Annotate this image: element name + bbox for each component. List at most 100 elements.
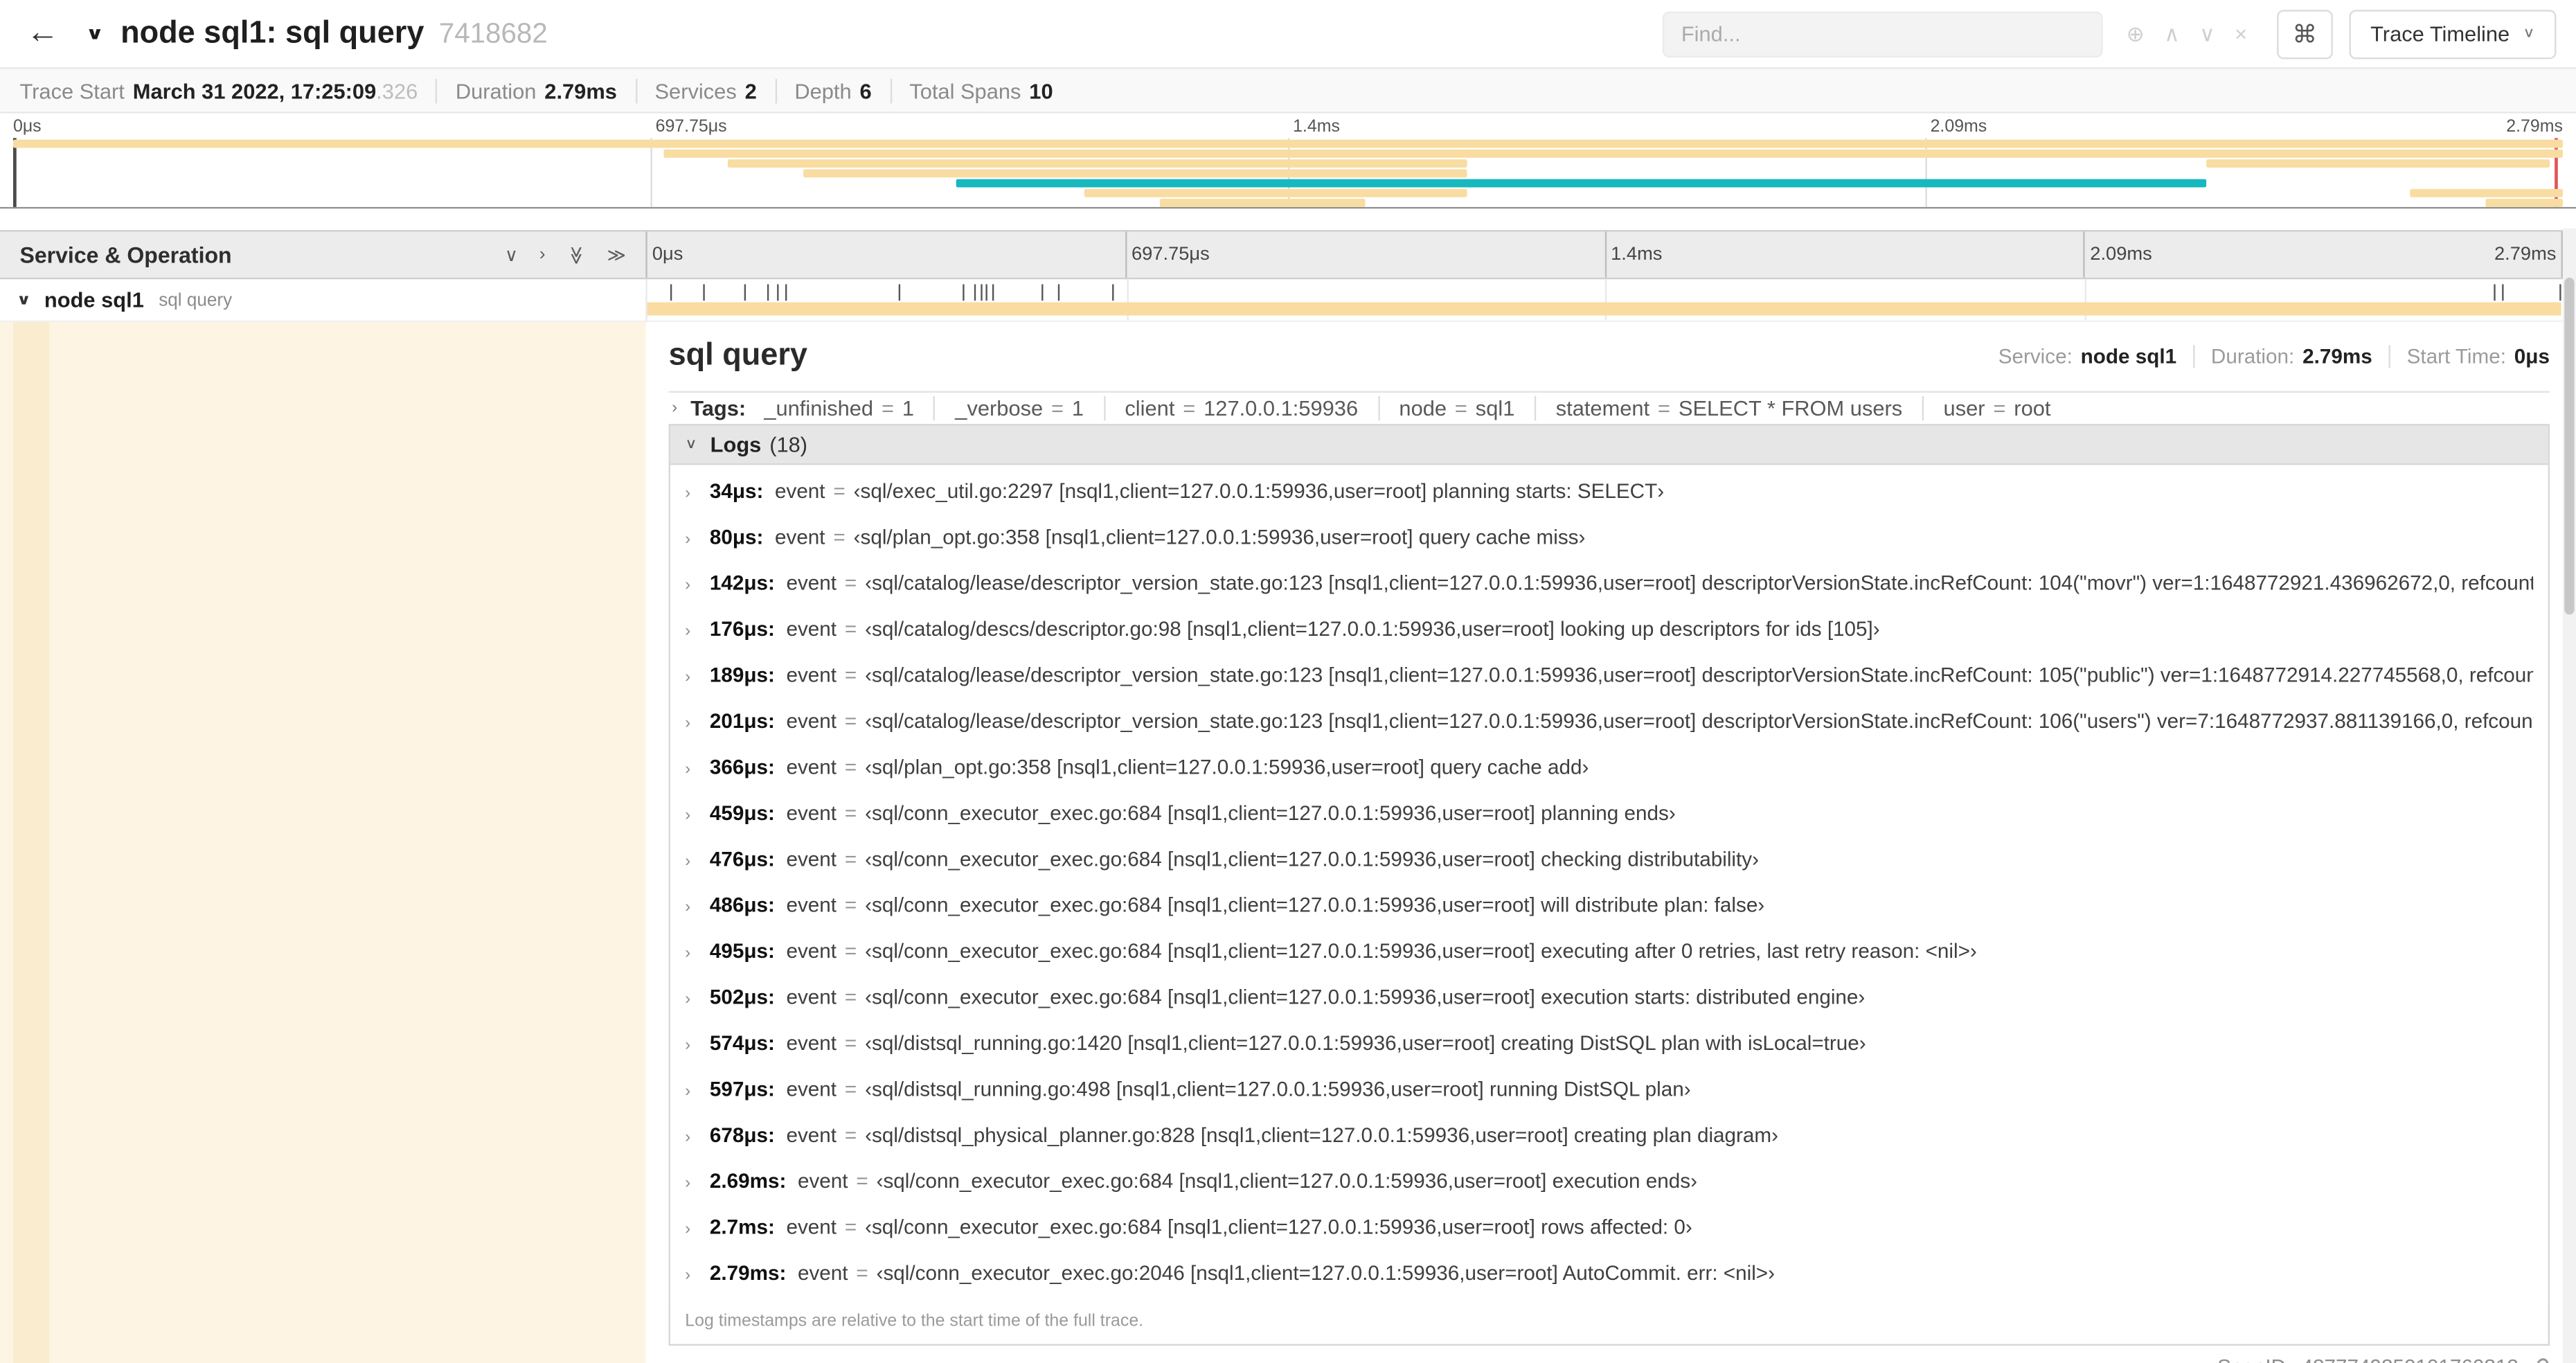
chevron-right-icon: › (685, 1083, 691, 1101)
tag-value: sql1 (1475, 395, 1515, 420)
minimap-canvas[interactable] (12, 138, 2563, 207)
minimap-span-bar (12, 139, 2563, 148)
ruler-tick-label: 2.79ms (2494, 244, 2557, 265)
log-row[interactable]: › 476μs: event = ‹sql/conn_executor_exec… (670, 838, 2548, 884)
log-marker (963, 284, 965, 301)
chevron-down-icon: ∨ (685, 436, 697, 452)
collapse-all-icon[interactable]: ≫ (566, 245, 587, 264)
log-row[interactable]: › 2.7ms: event = ‹sql/conn_executor_exec… (670, 1206, 2548, 1251)
tag-value: 1 (1071, 395, 1084, 420)
minimap-scrubber-left[interactable] (12, 138, 17, 207)
chevron-down-icon[interactable]: ∨ (17, 292, 31, 309)
meta-item: Duration: 2.79ms (2192, 345, 2372, 368)
expand-results-icon[interactable]: ⊕ (2117, 21, 2154, 47)
equals-sign: = (844, 571, 857, 595)
collapse-one-icon[interactable]: ∨ (505, 244, 518, 265)
log-row[interactable]: › 597μs: event = ‹sql/distsql_running.go… (670, 1068, 2548, 1114)
span-service-name: node sql1 (44, 287, 144, 312)
tag-key: client (1125, 395, 1175, 420)
log-row[interactable]: › 366μs: event = ‹sql/plan_opt.go:358 [n… (670, 746, 2548, 792)
scrollbar-thumb[interactable] (2564, 277, 2575, 615)
expand-all-icon[interactable]: ≫ (607, 244, 626, 265)
gridline (650, 138, 652, 207)
span-indent-guide (12, 321, 50, 1363)
summary-item: Duration 2.79ms (436, 78, 617, 103)
summary-label: Duration (455, 78, 537, 103)
ruler-tick-label: 2.09ms (2090, 244, 2152, 265)
next-result-icon[interactable]: ∨ (2190, 21, 2225, 47)
tag-value: root (2014, 395, 2051, 420)
span-accent-column (0, 321, 646, 1363)
log-field-value: ‹sql/catalog/lease/descriptor_version_st… (865, 663, 2534, 687)
timeline-ruler[interactable]: 0μs 697.75μs 1.4ms 2.09ms 2.79ms (645, 231, 2563, 278)
logs-header[interactable]: ∨ Logs (18) (670, 425, 2548, 465)
time-tick-label: 2.79ms (2506, 116, 2563, 136)
log-row[interactable]: › 678μs: event = ‹sql/distsql_physical_p… (670, 1114, 2548, 1159)
top-bar: ← ∨ node sql1: sql query 7418682 ⊕ ∧ ∨ ×… (0, 0, 2576, 69)
chevron-right-icon: › (685, 806, 691, 825)
equals-sign: = (844, 986, 857, 1009)
clear-search-icon[interactable]: × (2225, 21, 2257, 46)
find-input[interactable] (1663, 10, 2104, 57)
log-field-key: event (786, 571, 837, 595)
equals-sign: = (833, 479, 846, 503)
log-row[interactable]: › 176μs: event = ‹sql/catalog/descs/desc… (670, 608, 2548, 654)
logs-list: › 34μs: event = ‹sql/exec_util.go:2297 [… (670, 465, 2548, 1303)
log-marker (2559, 284, 2561, 301)
log-timestamp: 142μs: (709, 571, 775, 595)
log-row[interactable]: › 142μs: event = ‹sql/catalog/lease/desc… (670, 562, 2548, 607)
span-track[interactable] (645, 279, 2563, 322)
minimap-span-bar (1160, 199, 1365, 207)
log-field-key: event (786, 663, 837, 687)
equals-sign: = (1051, 395, 1064, 420)
log-row[interactable]: › 189μs: event = ‹sql/catalog/lease/desc… (670, 654, 2548, 700)
log-row[interactable]: › 459μs: event = ‹sql/conn_executor_exec… (670, 792, 2548, 837)
tag-value: SELECT * FROM users (1678, 395, 1903, 420)
log-row[interactable]: › 502μs: event = ‹sql/conn_executor_exec… (670, 976, 2548, 1022)
log-timestamp: 34μs: (709, 479, 764, 503)
equals-sign: = (1658, 395, 1671, 420)
log-row[interactable]: › 80μs: event = ‹sql/plan_opt.go:358 [ns… (670, 516, 2548, 562)
chevron-right-icon[interactable]: › (672, 398, 677, 416)
trace-view-dropdown[interactable]: Trace Timeline ∨ (2349, 9, 2557, 59)
tag-item: _verbose = 1 (933, 395, 1084, 420)
copy-link-icon[interactable] (2528, 1356, 2550, 1363)
back-arrow-icon[interactable]: ← (26, 15, 59, 53)
log-row[interactable]: › 486μs: event = ‹sql/conn_executor_exec… (670, 884, 2548, 929)
ruler-tick-label: 1.4ms (1611, 244, 1663, 265)
keyboard-shortcuts-button[interactable]: ⌘ (2276, 9, 2333, 59)
log-row[interactable]: › 34μs: event = ‹sql/exec_util.go:2297 [… (670, 470, 2548, 516)
prev-result-icon[interactable]: ∧ (2154, 21, 2190, 47)
summary-value: 6 (859, 78, 872, 103)
service-operation-title: Service & Operation (19, 242, 232, 267)
log-marker (670, 284, 672, 301)
chevron-right-icon: › (685, 1220, 691, 1239)
span-duration-bar[interactable] (647, 302, 2561, 316)
log-field-key: event (786, 1123, 837, 1147)
span-name-cell[interactable]: ∨ node sql1 sql query (0, 279, 646, 322)
log-marker (785, 284, 787, 301)
trace-minimap[interactable]: 0μs 697.75μs 1.4ms 2.09ms 2.79ms (0, 113, 2576, 209)
chevron-right-icon: › (685, 1036, 691, 1055)
log-field-value: ‹sql/conn_executor_exec.go:684 [nsql1,cl… (865, 801, 1676, 825)
minimap-span-bar (803, 169, 1467, 178)
tags-row[interactable]: › Tags: _unfinished = 1 _verbose = 1 cli… (669, 393, 2550, 422)
log-field-key: event (786, 940, 837, 963)
trace-collapse-chevron-icon[interactable]: ∨ (85, 24, 104, 44)
log-field-value: ‹sql/conn_executor_exec.go:684 [nsql1,cl… (865, 848, 1759, 871)
log-row[interactable]: › 201μs: event = ‹sql/catalog/lease/desc… (670, 700, 2548, 746)
meta-item: Service: node sql1 (1998, 345, 2176, 368)
log-row[interactable]: › 495μs: event = ‹sql/conn_executor_exec… (670, 930, 2548, 976)
minimap-span-bar (2410, 188, 2563, 197)
log-row[interactable]: › 574μs: event = ‹sql/distsql_running.go… (670, 1022, 2548, 1068)
summary-value: 2.79ms (544, 78, 617, 103)
expand-one-icon[interactable]: › (539, 244, 546, 264)
log-timestamp: 2.7ms: (709, 1215, 775, 1239)
log-field-key: event (774, 526, 825, 549)
log-field-value: ‹sql/distsql_physical_planner.go:828 [ns… (865, 1123, 1779, 1147)
log-row[interactable]: › 2.69ms: event = ‹sql/conn_executor_exe… (670, 1160, 2548, 1206)
vertical-scrollbar[interactable] (2562, 228, 2576, 1363)
equals-sign: = (844, 756, 857, 779)
log-row[interactable]: › 2.79ms: event = ‹sql/conn_executor_exe… (670, 1252, 2548, 1298)
equals-sign: = (844, 893, 857, 917)
